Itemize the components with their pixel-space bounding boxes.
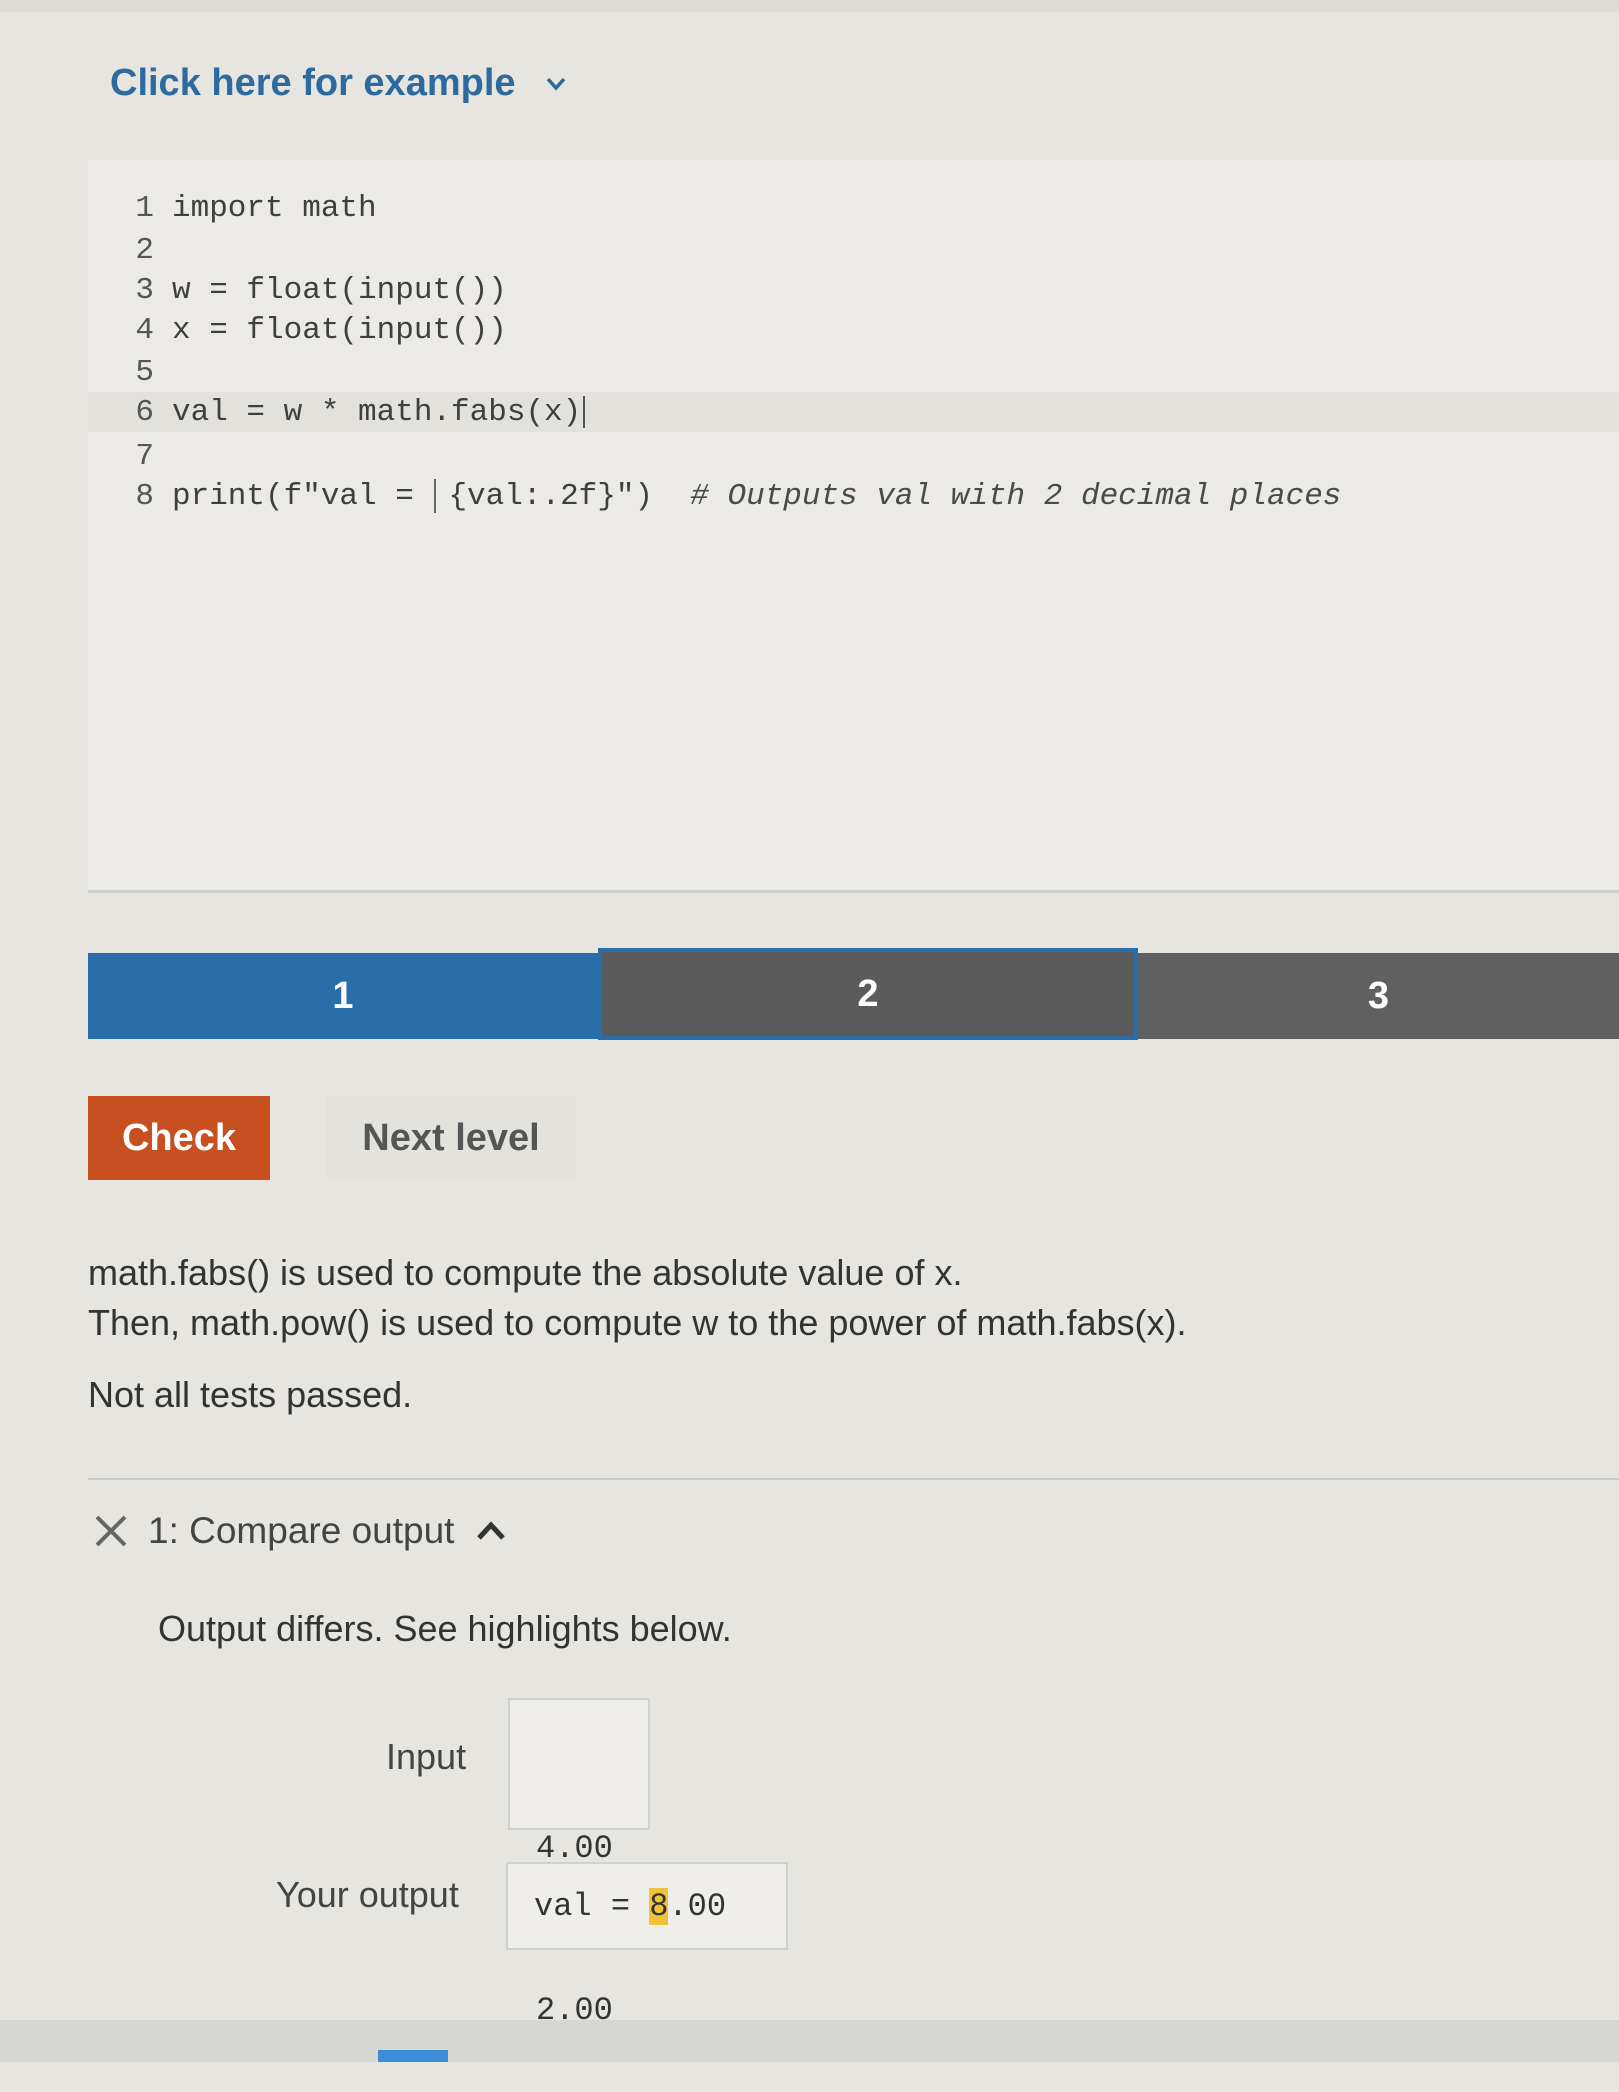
level-tabs: 1 2 3 xyxy=(88,948,1619,1044)
x-fail-icon xyxy=(95,1515,127,1547)
test-status: Not all tests passed. xyxy=(88,1374,413,1415)
bottom-accent xyxy=(378,2050,448,2062)
divider xyxy=(88,1478,1619,1480)
bottom-bar xyxy=(0,2020,1619,2062)
line-number: 5 xyxy=(135,354,154,390)
feedback-text: math.fabs() is used to compute the absol… xyxy=(88,1248,1187,1348)
code-line-current: 6 val = w * math.fabs(x) xyxy=(88,392,1619,432)
chevron-up-icon xyxy=(477,1521,506,1540)
code-text: {val:.2f}") xyxy=(448,478,691,514)
your-output-label: Your output xyxy=(276,1874,459,1915)
diff-message: Output differs. See highlights below. xyxy=(158,1608,732,1649)
output-text: .00 xyxy=(668,1887,727,1925)
line-number: 6 xyxy=(135,394,154,430)
output-text: val = xyxy=(534,1887,650,1925)
line-number: 3 xyxy=(135,272,154,308)
code-editor[interactable]: 1 import math 2 3 w = float(input()) 4 x… xyxy=(88,160,1619,893)
code-line: 7 xyxy=(88,436,172,476)
level-tab-3[interactable]: 3 xyxy=(1138,953,1619,1039)
top-strip xyxy=(0,0,1619,12)
check-button[interactable]: Check xyxy=(88,1096,270,1180)
feedback-line: Then, math.pow() is used to compute w to… xyxy=(88,1302,1187,1343)
input-label: Input xyxy=(386,1736,467,1777)
line-number: 4 xyxy=(135,312,154,348)
code-text: print(f"val = xyxy=(172,478,433,514)
compare-output-title: 1: Compare output xyxy=(148,1510,455,1551)
example-toggle-label: Click here for example xyxy=(110,62,516,104)
code-comment: # Outputs val with 2 decimal places xyxy=(690,478,1342,514)
code-line: 1 import math xyxy=(88,188,377,228)
line-number: 8 xyxy=(135,478,154,514)
code-line: 8 print(f"val = {val:.2f}") # Outputs va… xyxy=(88,476,1341,516)
diff-highlight: 8 xyxy=(649,1887,669,1925)
level-tab-1[interactable]: 1 xyxy=(88,953,598,1039)
line-number: 1 xyxy=(135,190,154,226)
your-output-box: val = 8.00 xyxy=(506,1862,788,1950)
code-text: x = float(input()) xyxy=(172,312,507,348)
feedback-line: math.fabs() is used to compute the absol… xyxy=(88,1252,963,1293)
next-level-button[interactable]: Next level xyxy=(326,1096,576,1180)
example-toggle[interactable]: Click here for example xyxy=(110,62,566,105)
code-line: 3 w = float(input()) xyxy=(88,270,507,310)
compare-output-toggle[interactable]: 1: Compare output xyxy=(92,1510,506,1552)
ibeam-cursor-icon xyxy=(434,479,446,513)
input-box: 4.00 2.00 xyxy=(508,1698,650,2029)
code-text: w = float(input()) xyxy=(172,272,507,308)
code-line: 2 xyxy=(88,230,172,270)
text-caret xyxy=(583,396,586,428)
code-text: val = w * math.fabs(x) xyxy=(172,394,582,430)
line-number: 7 xyxy=(135,438,154,474)
code-line: 4 x = float(input()) xyxy=(88,310,507,350)
code-text: import math xyxy=(172,190,377,226)
chevron-down-icon xyxy=(546,77,565,91)
line-number: 2 xyxy=(135,232,154,268)
level-tab-2[interactable]: 2 xyxy=(598,948,1138,1040)
code-line: 5 xyxy=(88,352,172,392)
